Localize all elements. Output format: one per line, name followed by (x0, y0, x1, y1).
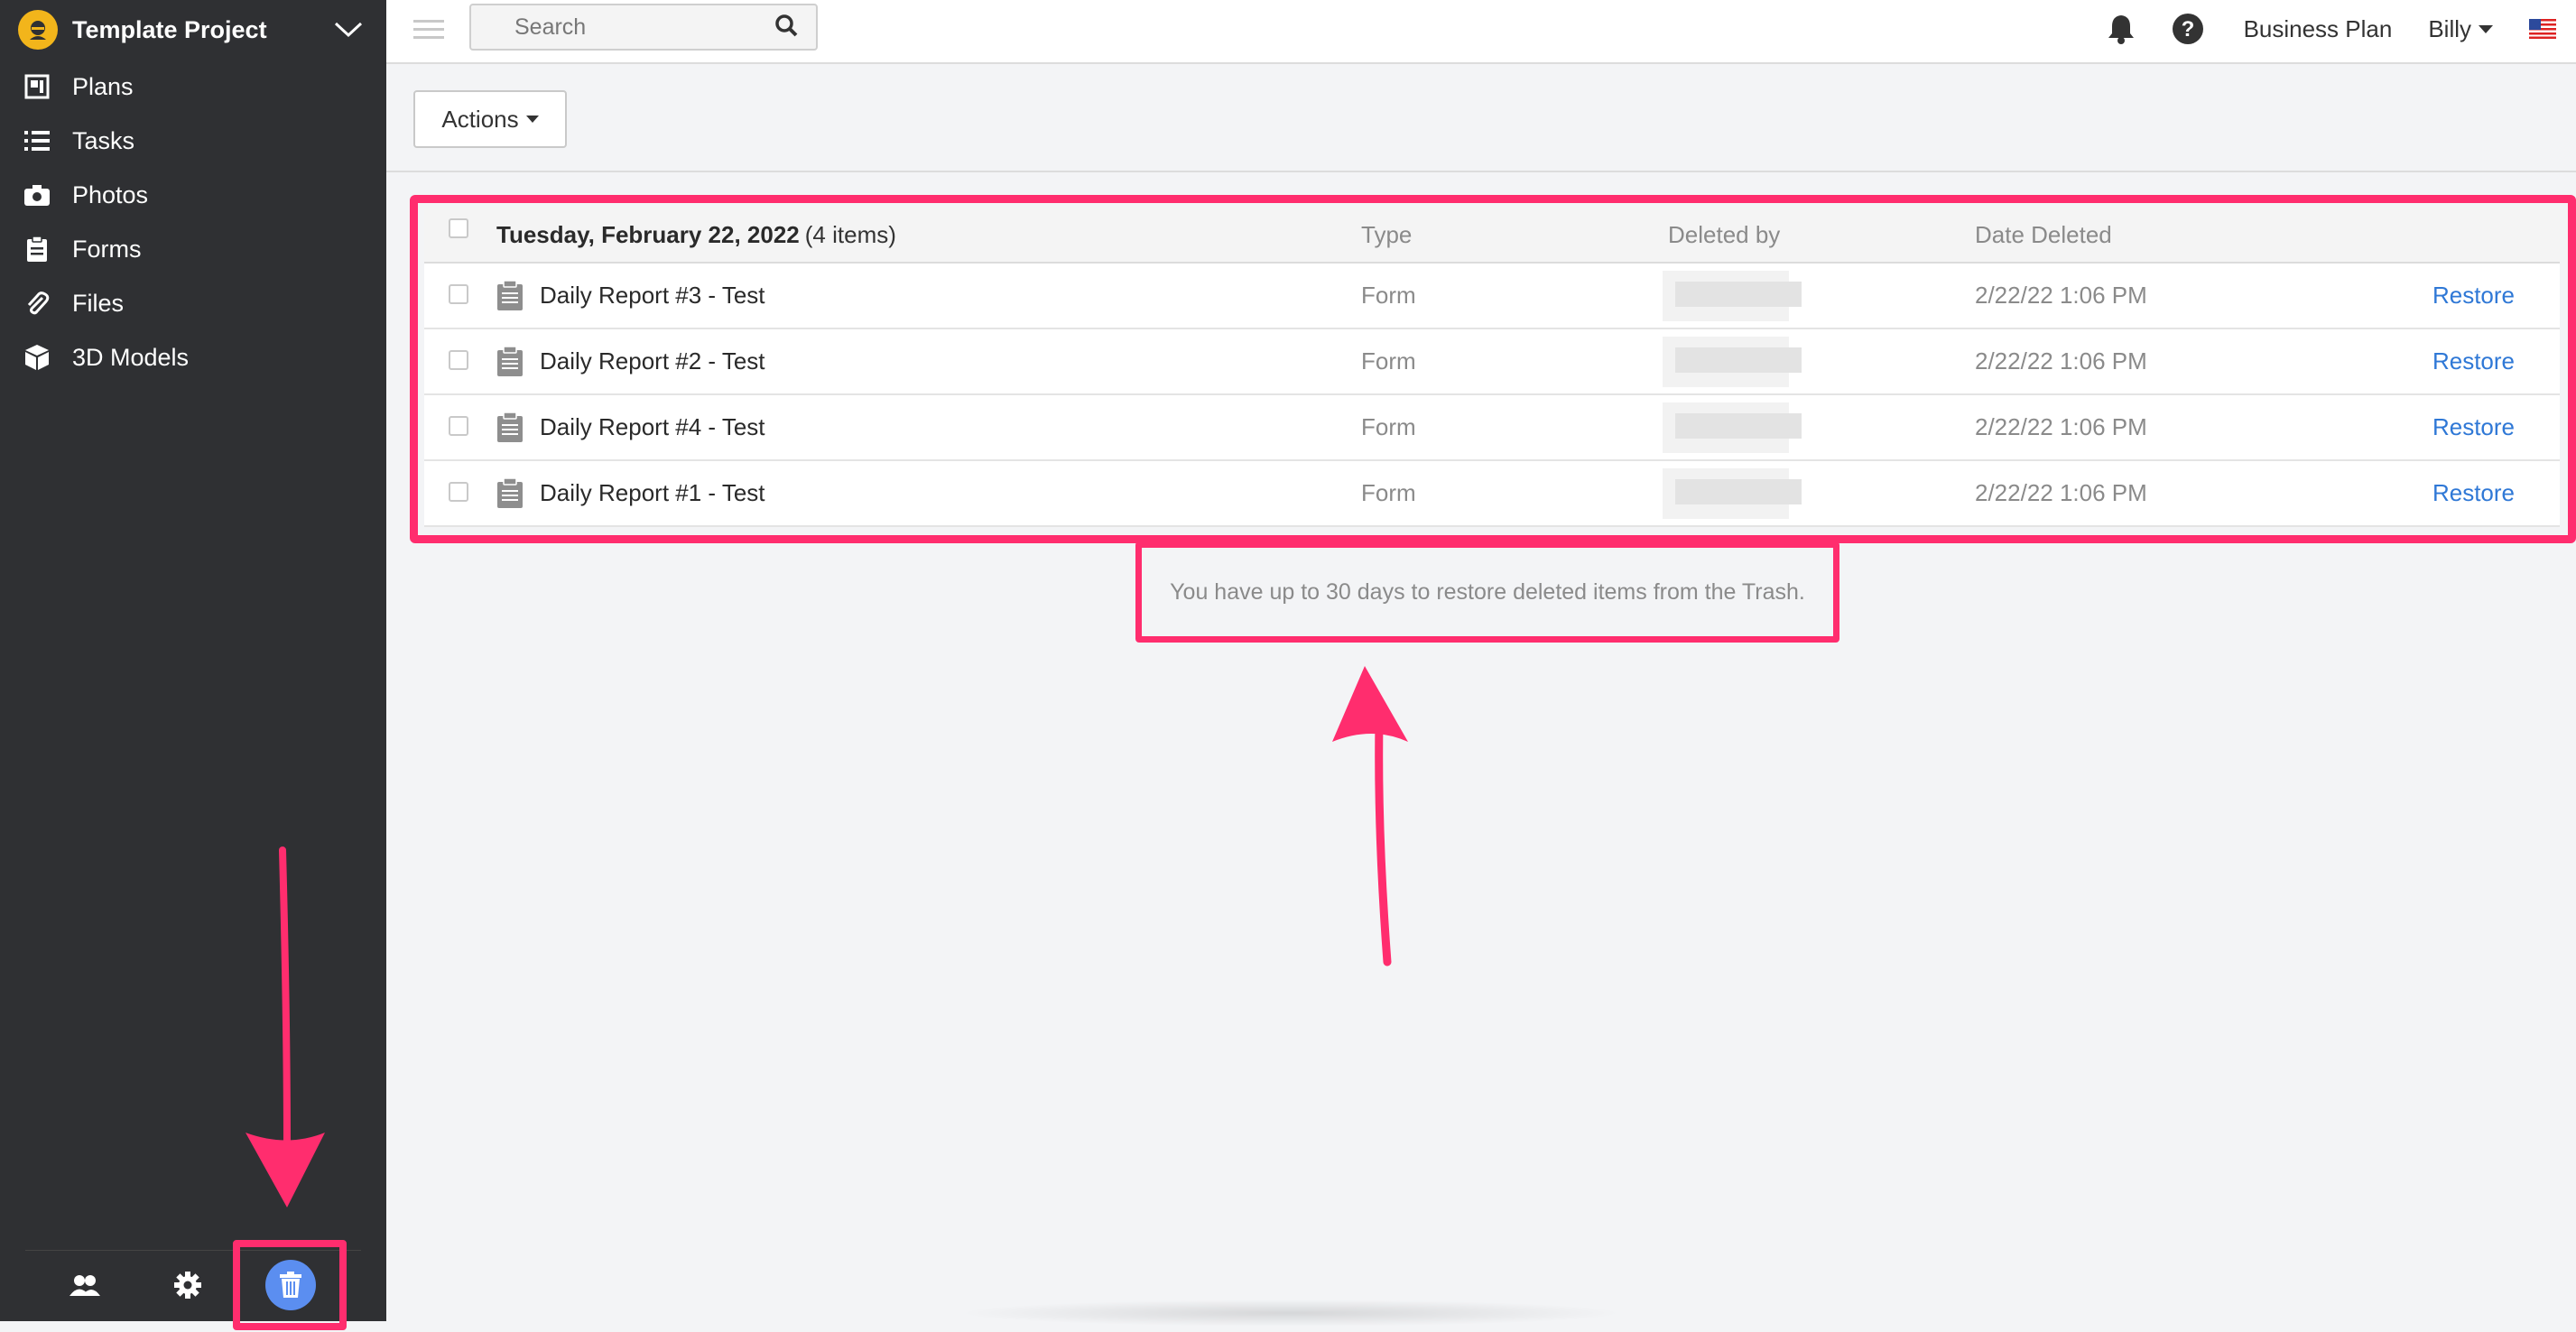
sidebar-item-plans[interactable]: Plans (0, 60, 386, 114)
sidebar-item-label: Photos (72, 180, 149, 208)
select-all-checkbox[interactable] (449, 218, 468, 238)
table-row[interactable]: Daily Report #4 - Test Form 2/22/22 1:06… (424, 395, 2560, 461)
form-document-icon (497, 477, 523, 508)
sidebar-item-label: Tasks (72, 126, 135, 154)
form-document-icon (497, 280, 523, 310)
group-count: (4 items) (804, 220, 896, 248)
actions-bar: Actions (386, 66, 2576, 172)
table-header: Tuesday, February 22, 2022 (4 items) Typ… (424, 208, 2560, 264)
column-deleted-by: Deleted by (1668, 220, 1781, 248)
row-date: 2/22/22 1:06 PM (1975, 347, 2147, 375)
caret-down-icon (525, 116, 539, 123)
bell-icon[interactable] (2101, 9, 2141, 49)
restore-link[interactable]: Restore (2432, 264, 2515, 328)
users-icon[interactable] (65, 1265, 105, 1305)
project-switcher[interactable]: Template Project (0, 0, 386, 60)
help-icon[interactable]: ? (2168, 9, 2208, 49)
row-name: Daily Report #4 - Test (540, 413, 765, 440)
column-type: Type (1361, 220, 1413, 248)
row-checkbox[interactable] (449, 415, 468, 436)
sidebar-item-files[interactable]: Files (0, 276, 386, 330)
sidebar-item-photos[interactable]: Photos (0, 168, 386, 222)
search-icon[interactable] (774, 14, 798, 42)
row-type: Form (1361, 347, 1416, 375)
paperclip-icon (23, 290, 51, 317)
group-heading: Tuesday, February 22, 2022 (4 items) (496, 208, 896, 262)
hamburger-menu-icon[interactable] (413, 14, 444, 45)
sidebar-nav: Plans Tasks Photos Forms Files 3D Models (0, 60, 386, 384)
restore-link[interactable]: Restore (2432, 461, 2515, 525)
deleted-by-redacted (1663, 395, 1802, 459)
sidebar-item-label: Plans (72, 72, 134, 100)
deleted-by-redacted (1663, 264, 1802, 328)
row-date: 2/22/22 1:06 PM (1975, 479, 2147, 506)
row-name: Daily Report #2 - Test (540, 347, 765, 375)
sidebar-item-label: Forms (72, 235, 142, 263)
svg-text:?: ? (2181, 17, 2194, 42)
gear-icon[interactable] (168, 1265, 208, 1305)
row-date: 2/22/22 1:06 PM (1975, 282, 2147, 309)
list-icon (23, 127, 51, 154)
arrow-up-to-notice (1332, 666, 1408, 967)
row-type: Form (1361, 479, 1416, 506)
sidebar-footer (25, 1250, 361, 1318)
row-type: Form (1361, 413, 1416, 440)
bottom-shadow (957, 1300, 1625, 1327)
trash-button[interactable] (265, 1260, 316, 1310)
column-date-deleted: Date Deleted (1975, 220, 2112, 248)
table-row[interactable]: Daily Report #1 - Test Form 2/22/22 1:06… (424, 461, 2560, 527)
form-document-icon (497, 346, 523, 376)
deleted-by-redacted (1663, 329, 1802, 393)
sidebar-item-tasks[interactable]: Tasks (0, 114, 386, 168)
top-bar: Search ? Business Plan Billy (386, 0, 2576, 64)
deleted-by-redacted (1663, 461, 1802, 525)
plans-icon (23, 73, 51, 100)
sidebar-item-label: 3D Models (72, 343, 190, 371)
trash-icon (280, 1272, 301, 1298)
restore-link[interactable]: Restore (2432, 329, 2515, 393)
camera-icon (23, 181, 51, 208)
sidebar-item-3d-models[interactable]: 3D Models (0, 330, 386, 384)
trash-table: Tuesday, February 22, 2022 (4 items) Typ… (424, 208, 2560, 527)
row-name: Daily Report #1 - Test (540, 479, 765, 506)
row-name-cell: Daily Report #1 - Test (496, 461, 765, 525)
chevron-down-icon[interactable] (329, 10, 368, 50)
caret-down-icon (2479, 24, 2493, 33)
project-title: Template Project (72, 15, 267, 43)
row-checkbox[interactable] (449, 283, 468, 304)
cube-icon (23, 344, 51, 371)
annotation-arrows (246, 666, 1408, 1207)
row-date: 2/22/22 1:06 PM (1975, 413, 2147, 440)
row-name-cell: Daily Report #3 - Test (496, 264, 765, 328)
row-name-cell: Daily Report #4 - Test (496, 395, 765, 459)
row-checkbox[interactable] (449, 349, 468, 370)
search-box[interactable]: Search (469, 4, 818, 51)
row-name: Daily Report #3 - Test (540, 282, 765, 309)
us-flag-icon[interactable] (2529, 19, 2556, 39)
row-type: Form (1361, 282, 1416, 309)
table-row[interactable]: Daily Report #2 - Test Form 2/22/22 1:06… (424, 329, 2560, 395)
clipboard-icon (23, 236, 51, 263)
business-plan-link[interactable]: Business Plan (2244, 15, 2393, 43)
user-menu[interactable]: Billy (2428, 15, 2493, 43)
sidebar: Template Project Plans Tasks Photos Form… (0, 0, 386, 1321)
top-right-controls: ? Business Plan Billy (2101, 0, 2576, 58)
user-name: Billy (2428, 14, 2471, 42)
project-logo-icon (18, 10, 58, 50)
actions-dropdown-button[interactable]: Actions (413, 90, 567, 148)
form-document-icon (497, 412, 523, 442)
row-name-cell: Daily Report #2 - Test (496, 329, 765, 393)
table-row[interactable]: Daily Report #3 - Test Form 2/22/22 1:06… (424, 264, 2560, 329)
restore-link[interactable]: Restore (2432, 395, 2515, 459)
row-checkbox[interactable] (449, 481, 468, 502)
sidebar-item-forms[interactable]: Forms (0, 222, 386, 276)
search-input[interactable]: Search (514, 14, 774, 41)
group-date: Tuesday, February 22, 2022 (496, 220, 800, 248)
trash-retention-notice: You have up to 30 days to restore delete… (1135, 541, 1839, 643)
actions-label: Actions (441, 105, 519, 133)
sidebar-item-label: Files (72, 289, 125, 317)
